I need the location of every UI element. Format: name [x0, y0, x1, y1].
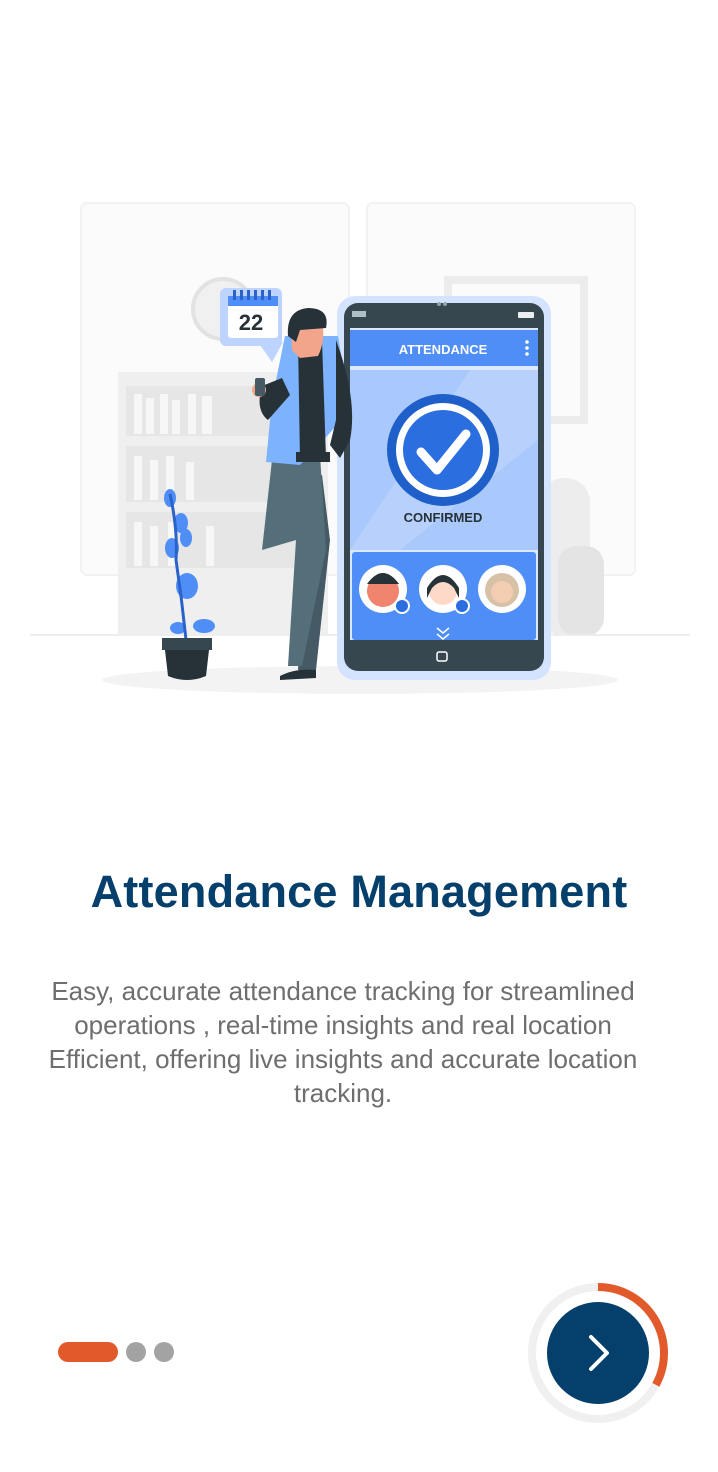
phone-header-text: ATTENDANCE	[399, 342, 488, 357]
page-description: Easy, accurate attendance tracking for s…	[48, 976, 638, 1108]
phone-status-text: CONFIRMED	[404, 510, 483, 525]
chevron-right-icon	[589, 1335, 609, 1371]
next-button-progress	[526, 1276, 670, 1428]
page-indicator	[58, 1342, 174, 1362]
next-button[interactable]	[547, 1302, 649, 1404]
calendar-day: 22	[239, 310, 263, 335]
page-dot-active	[58, 1342, 118, 1362]
page-dot	[126, 1342, 146, 1362]
page-title: Attendance Management	[90, 866, 628, 917]
page-dot	[154, 1342, 174, 1362]
attendance-illustration: 22 ATTENDANCE CONFIRMED	[0, 190, 718, 710]
